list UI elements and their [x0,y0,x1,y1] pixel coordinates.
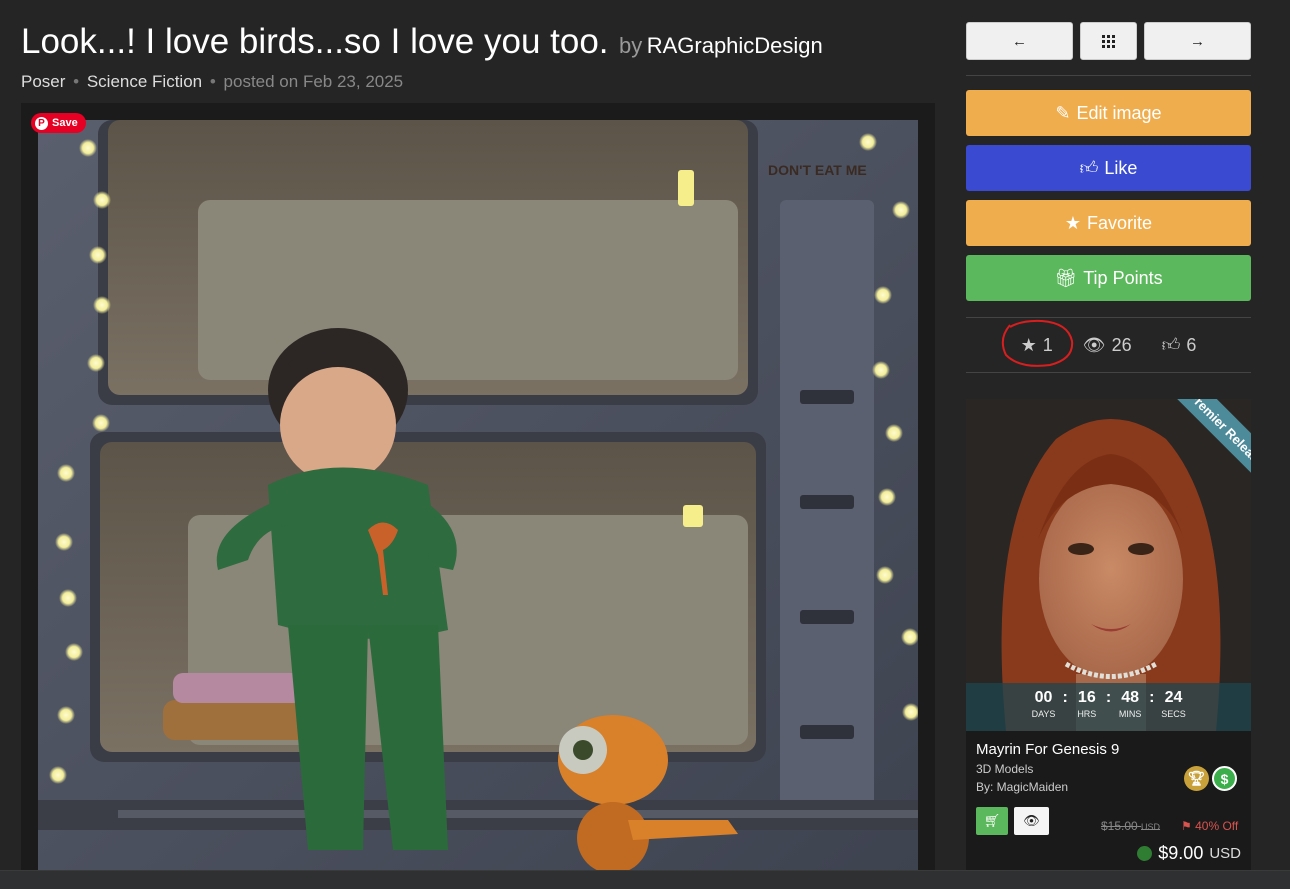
add-to-cart-button[interactable]: 🛒︎ [976,807,1008,835]
coin-icon [1137,846,1153,861]
likes-value: 6 [1186,334,1197,355]
image-stats: ★ 1 👁︎ 26 👍︎ 6 [966,328,1251,362]
tag-icon: ⚑ [1181,819,1192,833]
bottom-bar [0,870,1290,889]
countdown-colon: : [1149,689,1155,706]
gallery-image-frame: P Save DON'T EAT ME [21,103,935,873]
countdown-value: 24 [1164,689,1183,706]
cart-icon: 🛒︎ [983,813,1001,828]
like-button[interactable]: 👍︎ Like [966,145,1251,191]
original-price-value: $15.00 [1101,819,1138,833]
countdown-value: 48 [1121,689,1140,706]
dollar-badge-icon: $ [1212,766,1237,791]
meta-separator: • [209,72,216,91]
author-link[interactable]: RAGraphicDesign [647,33,823,58]
tip-points-button[interactable]: 🎁︎ Tip Points [966,255,1251,301]
category-link-science-fiction[interactable]: Science Fiction [87,72,202,91]
countdown-mins: 48 MINS [1115,689,1145,731]
product-vendor[interactable]: By: MagicMaiden [976,780,1068,794]
divider [966,317,1251,318]
likes-count[interactable]: 👍︎ 6 [1162,334,1197,356]
eye-icon: 👁︎ [1023,813,1040,828]
sale-price: $9.00 USD [1137,843,1241,864]
divider [966,75,1251,76]
eye-icon: 👁︎ [1082,334,1106,355]
gallery-image[interactable]: DON'T EAT ME [38,120,918,873]
gift-icon: 🎁︎ [1054,267,1078,288]
countdown-label: HRS [1077,709,1097,719]
original-price: $15.00 USD [1101,819,1160,833]
thumbs-up-icon: 👍︎ [1161,335,1181,355]
discount-label: 40% Off [1195,819,1239,833]
countdown-label: SECS [1161,709,1186,719]
pinterest-icon: P [35,116,48,130]
premier-ribbon-label: Premier Release [1160,399,1251,496]
favorites-count[interactable]: ★ 1 [1021,335,1053,356]
divider [966,372,1251,373]
edit-image-label: Edit image [1076,102,1162,123]
post-meta: Poser • Science Fiction • posted on Feb … [21,72,403,92]
countdown-value: 16 [1077,689,1096,706]
countdown-label: MINS [1118,709,1142,719]
gallery-grid-button[interactable] [1080,22,1137,60]
countdown-hours: 16 HRS [1072,689,1102,731]
sale-price-currency: USD [1209,845,1241,862]
star-icon: ★ [1064,212,1082,233]
meta-separator: • [73,72,80,91]
favorites-value: 1 [1042,334,1053,355]
views-count: 👁︎ 26 [1083,335,1132,356]
pinterest-save-label: Save [52,117,78,129]
countdown-colon: : [1105,689,1112,706]
premier-ribbon: Premier Release [1151,399,1251,497]
grid-icon [1102,34,1115,48]
favorite-label: Favorite [1087,212,1153,233]
trophy-badge-icon: 🏆︎ [1184,766,1209,791]
discount-badge: ⚑ 40% Off [1181,819,1238,833]
favorite-button[interactable]: ★ Favorite [966,200,1251,246]
posted-date: posted on Feb 23, 2025 [223,72,404,91]
sale-countdown: 00 DAYS : 16 HRS : 48 MINS : 24 SECS [966,683,1251,731]
arrow-left-icon: ← [1012,32,1027,50]
star-icon: ★ [1020,334,1037,355]
product-name[interactable]: Mayrin For Genesis 9 [976,741,1119,758]
countdown-value: 00 [1034,689,1053,706]
thumbs-up-icon: 👍︎ [1079,158,1099,178]
countdown-secs: 24 SECS [1158,689,1188,731]
like-label: Like [1104,157,1138,178]
sale-price-value: $9.00 [1158,843,1204,863]
countdown-colon: : [1062,689,1068,706]
category-link-poser[interactable]: Poser [21,72,65,91]
page-title: Look...! I love birds...so I love you to… [21,22,609,61]
arrow-right-icon: → [1190,32,1205,50]
view-product-button[interactable]: 👁︎ [1014,807,1049,835]
title-row: Look...! I love birds...so I love you to… [21,22,823,62]
edit-image-button[interactable]: ✎ Edit image [966,90,1251,136]
next-image-button[interactable]: → [1144,22,1251,60]
tip-points-label: Tip Points [1083,267,1163,288]
by-label: by [619,33,643,58]
original-price-currency: USD [1141,822,1161,832]
product-ad-card[interactable]: Premier Release 00 DAYS : 16 HRS : 48 MI… [966,399,1251,871]
prev-image-button[interactable]: ← [966,22,1073,60]
countdown-label: DAYS [1031,709,1056,719]
views-value: 26 [1111,334,1132,355]
edit-icon: ✎ [1055,102,1071,123]
countdown-days: 00 DAYS [1029,689,1059,731]
product-category[interactable]: 3D Models [976,762,1033,776]
pinterest-save-button[interactable]: P Save [31,113,86,133]
wall-graffiti-text: DON'T EAT ME [768,162,867,178]
